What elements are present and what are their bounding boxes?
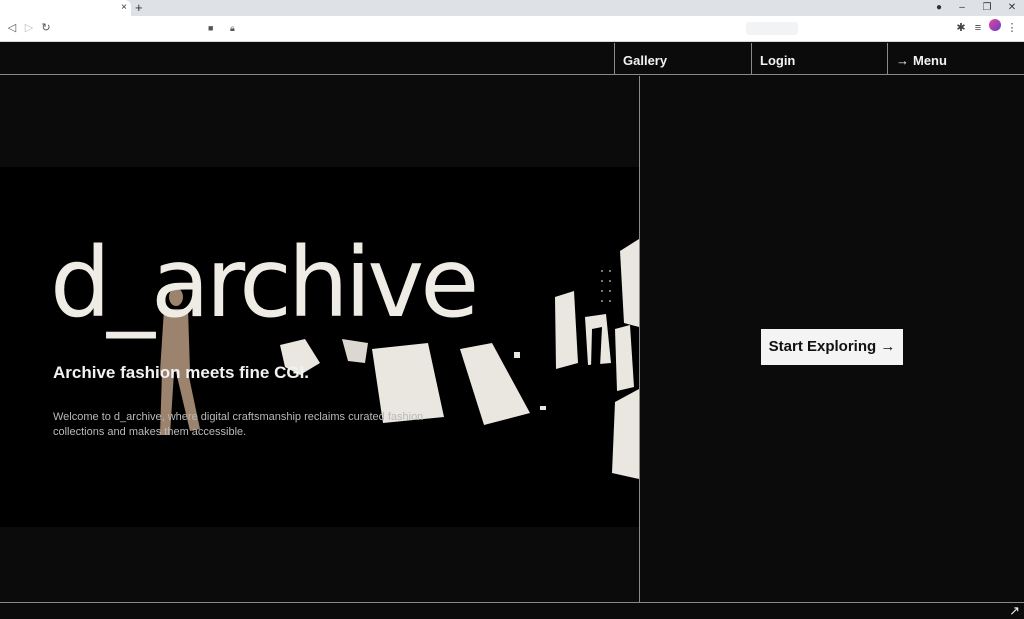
browser-chrome: × + ● – ❐ ✕ ◁ ▷ ↻ ■ 🔒︎ ✱ ≡ ⋮ [0,0,1024,42]
hero-subtitle: Archive fashion meets fine CGI. [53,363,310,382]
minimize-button[interactable]: – [952,0,972,16]
nav-menu-button[interactable]: → Menu [887,43,1024,75]
forward-icon[interactable]: ▷ [22,20,36,36]
kebab-menu-icon[interactable]: ⋮ [1005,20,1019,36]
profile-avatar[interactable] [989,19,1001,31]
close-window-button[interactable]: ✕ [1002,0,1022,16]
nav-gallery-link[interactable]: Gallery [614,43,751,75]
lock-icon[interactable]: 🔒︎ [230,20,235,37]
nav-gallery-label: Gallery [623,53,668,68]
close-tab-icon[interactable]: × [121,1,127,15]
reading-list-icon[interactable]: ≡ [971,20,985,36]
new-tab-button[interactable]: + [135,0,143,15]
extensions-icon[interactable]: ✱ [954,20,968,36]
reload-icon[interactable]: ↻ [39,20,53,36]
browser-toolbar: ◁ ▷ ↻ ■ 🔒︎ ✱ ≡ ⋮ [0,16,1024,42]
hero-title: d_archive [50,227,479,339]
hero-description: Welcome to d_archive, where digital craf… [53,411,424,438]
nav-menu-label: Menu [913,53,947,68]
start-exploring-label: Start Exploring [768,338,877,355]
hero-section: d_archive Archive fashion meets fine CGI… [0,167,639,527]
page: Gallery Login → Menu d_archive Archive f… [0,43,1024,619]
arrow-up-right-icon[interactable]: ↗ [1009,603,1020,619]
address-bar[interactable]: ■ 🔒︎ [200,19,800,38]
tab-strip: × + ● – ❐ ✕ [0,0,1024,16]
vertical-divider [639,76,640,602]
restore-button[interactable]: ❐ [977,0,997,16]
address-chip [746,22,798,35]
start-exploring-button[interactable]: Start Exploring → [761,329,903,365]
horizontal-divider [0,602,1024,603]
browser-tab[interactable]: × [0,0,131,16]
nav-login-label: Login [760,53,796,68]
bookmark-icon[interactable]: ■ [208,20,213,37]
top-navigation: Gallery Login → Menu [0,43,1024,75]
arrow-right-icon: → [880,338,896,355]
fashion-garment-pieces-image [160,239,639,479]
arrow-right-icon: → [896,53,909,68]
back-icon[interactable]: ◁ [5,20,19,36]
nav-login-link[interactable]: Login [751,43,888,75]
profile-badge-icon[interactable]: ● [929,0,949,16]
